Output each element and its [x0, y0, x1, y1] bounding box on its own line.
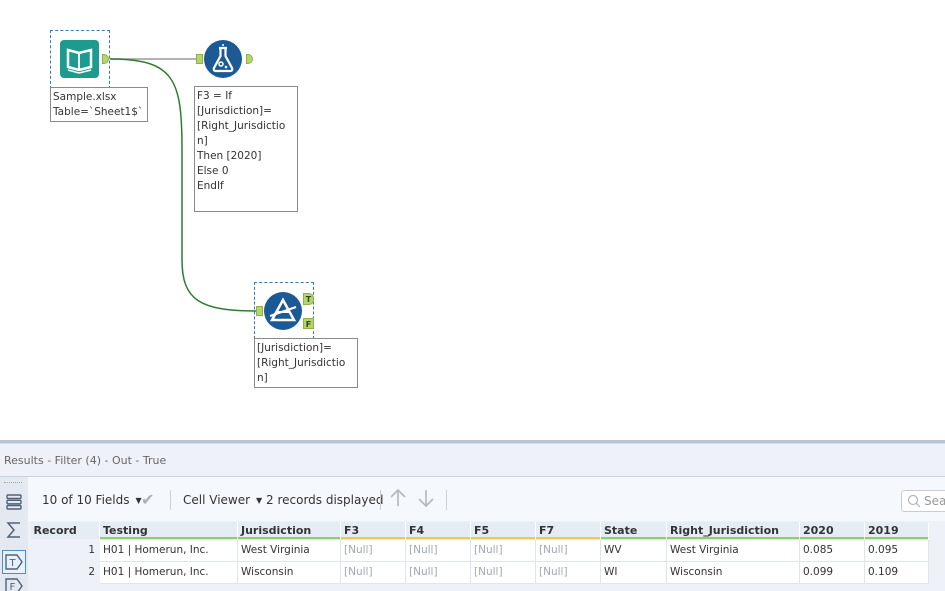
cell-f7[interactable]: [Null]	[535, 560, 601, 584]
grip-handle[interactable]	[4, 482, 22, 483]
record-number: 2	[30, 560, 100, 584]
cell-f5[interactable]: [Null]	[470, 560, 536, 584]
cell-right-jurisdiction[interactable]: West Virginia	[666, 538, 800, 562]
results-splitter[interactable]	[0, 440, 945, 444]
cell-testing[interactable]: H01 | Homerun, Inc.	[99, 538, 238, 562]
record-number: 1	[30, 538, 100, 562]
true-output-button[interactable]: T	[2, 550, 26, 574]
cell-f7[interactable]: [Null]	[535, 538, 601, 562]
divider	[380, 490, 381, 510]
scroll-up-button[interactable]	[389, 488, 407, 511]
results-title: Results - Filter (4) - Out - True	[4, 454, 167, 467]
cell-2020[interactable]: 0.099	[799, 560, 865, 584]
cell-2020[interactable]: 0.085	[799, 538, 865, 562]
data-view-button[interactable]	[2, 490, 26, 514]
results-table: Record Testing Jurisdiction F3 F4 F5 F7 …	[30, 522, 929, 584]
metadata-view-button[interactable]	[2, 518, 26, 542]
filter-false-anchor[interactable]: F	[303, 318, 314, 329]
true-anchor-icon: T	[5, 554, 23, 570]
column-header-f7[interactable]: F7	[535, 522, 601, 539]
column-header-f5[interactable]: F5	[470, 522, 536, 539]
fields-dropdown[interactable]: 10 of 10 Fields ▼	[42, 493, 142, 507]
sigma-icon	[6, 522, 20, 538]
column-header-2020[interactable]: 2020	[799, 522, 865, 539]
filter-true-anchor[interactable]: T	[303, 293, 314, 305]
filter-triangle-icon	[269, 297, 297, 322]
cell-viewer-label: Cell Viewer	[183, 493, 251, 507]
filter-tool[interactable]	[264, 292, 302, 330]
input-data-tool[interactable]	[60, 40, 99, 78]
scroll-down-button[interactable]	[417, 488, 435, 511]
cell-2019[interactable]: 0.095	[864, 538, 929, 562]
cell-f3[interactable]: [Null]	[340, 538, 406, 562]
cell-state[interactable]: WI	[600, 560, 667, 584]
formula-input-anchor[interactable]	[196, 54, 203, 64]
cell-state[interactable]: WV	[600, 538, 667, 562]
rows-icon	[6, 494, 22, 510]
cell-jurisdiction[interactable]: Wisconsin	[237, 560, 341, 584]
connections-layer	[109, 58, 257, 312]
cell-testing[interactable]: H01 | Homerun, Inc.	[99, 560, 238, 584]
search-placeholder: Search	[924, 494, 945, 508]
workflow-canvas[interactable]: Sample.xlsx Table=`Sheet1$` F3 = If [Jur…	[0, 0, 945, 440]
cell-f4[interactable]: [Null]	[405, 538, 471, 562]
cell-f4[interactable]: [Null]	[405, 560, 471, 584]
filter-input-anchor[interactable]	[256, 306, 263, 316]
filter-tool-annotation: [Jurisdiction]= [Right_Jurisdictio n]	[254, 338, 358, 388]
records-count: 2 records displayed	[266, 493, 384, 507]
table-header-row: Record Testing Jurisdiction F3 F4 F5 F7 …	[30, 522, 929, 539]
divider	[446, 490, 447, 510]
book-icon	[66, 48, 93, 74]
column-header-jurisdiction[interactable]: Jurisdiction	[237, 522, 341, 539]
column-header-record[interactable]: Record	[30, 522, 100, 539]
arrow-down-icon	[418, 490, 434, 508]
input-tool-annotation: Sample.xlsx Table=`Sheet1$`	[50, 87, 148, 122]
false-output-button[interactable]: F	[2, 577, 26, 591]
results-panel: Results - Filter (4) - Out - True T F 10…	[0, 440, 945, 591]
table-row[interactable]: 2 H01 | Homerun, Inc. Wisconsin [Null] […	[30, 560, 929, 584]
column-header-right-jurisdiction[interactable]: Right_Jurisdiction	[666, 522, 800, 539]
svg-text:F: F	[10, 582, 16, 591]
column-header-f3[interactable]: F3	[340, 522, 406, 539]
arrow-up-icon	[390, 488, 406, 506]
search-input[interactable]: Search	[901, 490, 945, 512]
fields-label: 10 of 10 Fields	[42, 493, 130, 507]
search-icon	[907, 494, 921, 508]
cell-viewer-dropdown[interactable]: Cell Viewer ▼	[183, 493, 262, 507]
checkmark-icon: ✔	[141, 490, 155, 509]
svg-text:T: T	[9, 558, 17, 569]
cell-f3[interactable]: [Null]	[340, 560, 406, 584]
results-toolbar: 10 of 10 Fields ▼ ✔ Cell Viewer ▼ 2 record…	[28, 477, 945, 521]
formula-tool[interactable]	[204, 40, 242, 78]
flask-icon	[212, 44, 234, 73]
chevron-down-icon: ▼	[256, 496, 263, 505]
formula-tool-annotation: F3 = If [Jurisdiction]= [Right_Jurisdict…	[194, 86, 298, 212]
apply-checkmark-button[interactable]: ✔	[141, 490, 154, 509]
cell-right-jurisdiction[interactable]: Wisconsin	[666, 560, 800, 584]
cell-f5[interactable]: [Null]	[470, 538, 536, 562]
column-header-testing[interactable]: Testing	[99, 522, 238, 539]
results-side-toolbar: T F	[0, 477, 28, 591]
cell-2019[interactable]: 0.109	[864, 560, 929, 584]
false-anchor-icon: F	[5, 578, 23, 591]
table-row[interactable]: 1 H01 | Homerun, Inc. West Virginia [Nul…	[30, 538, 929, 562]
column-header-2019[interactable]: 2019	[864, 522, 929, 539]
column-header-f4[interactable]: F4	[405, 522, 471, 539]
divider	[170, 490, 171, 510]
column-header-state[interactable]: State	[600, 522, 667, 539]
cell-jurisdiction[interactable]: West Virginia	[237, 538, 341, 562]
